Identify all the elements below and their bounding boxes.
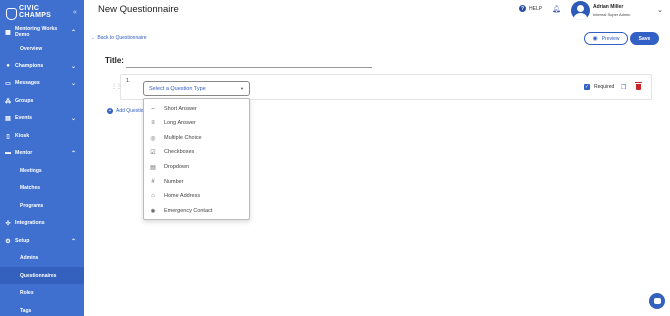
sidebar: CIVIC CHAMPS « ▦ Mentoring Works Demo ⌃ …	[0, 0, 84, 316]
chevron-down-icon: ⌄	[70, 63, 76, 70]
question-number: 1.	[126, 78, 131, 84]
option-multiple-choice[interactable]: ◎ Multiple Choice	[144, 131, 249, 145]
plus-icon: +	[107, 108, 113, 114]
add-question-button[interactable]: + Add Question	[107, 108, 146, 114]
calendar-icon: ▤	[5, 115, 11, 122]
sidebar-item-admins[interactable]: Admins	[0, 253, 84, 263]
sidebar-item-roles[interactable]: Roles	[0, 288, 84, 298]
long-answer-icon: ≡	[151, 120, 155, 126]
save-button[interactable]: Save	[630, 32, 659, 45]
sidebar-item-kiosk[interactable]: ▯ Kiosk	[0, 131, 84, 141]
question-type-menu: ⎯ Short Answer ≡ Long Answer ◎ Multiple …	[143, 98, 250, 220]
civic-champs-logo[interactable]: CIVIC CHAMPS	[5, 5, 52, 20]
sidebar-item-integrations[interactable]: ✣ Integrations	[0, 218, 84, 228]
option-emergency-contact[interactable]: ✺ Emergency Contact	[144, 204, 249, 218]
sidebar-item-mentor[interactable]: ▬ Mentor ⌃	[0, 148, 84, 158]
hash-icon: #	[151, 179, 155, 185]
sidebar-item-org[interactable]: ▦ Mentoring Works Demo ⌃	[0, 24, 84, 40]
title-label: Title:	[105, 56, 124, 65]
user-role: Internal Super Admin	[593, 12, 631, 17]
option-dropdown[interactable]: ▤ Dropdown	[144, 160, 249, 174]
option-short-answer[interactable]: ⎯ Short Answer	[144, 102, 249, 116]
chevron-up-icon: ⌃	[70, 29, 76, 36]
option-number[interactable]: # Number	[144, 175, 249, 189]
chevron-down-icon: ⌄	[70, 80, 76, 87]
chat-support-button[interactable]	[649, 293, 665, 309]
trash-icon[interactable]	[635, 82, 642, 90]
required-checkbox[interactable]: ✓ Required	[584, 84, 614, 90]
help-button[interactable]: ? HELP	[519, 5, 542, 12]
checkbox-icon: ☑	[150, 149, 156, 156]
shield-logo-icon	[5, 6, 17, 20]
brand-line2: CHAMPS	[19, 11, 52, 19]
collapse-sidebar-icon[interactable]: «	[73, 9, 77, 16]
dropdown-icon: ▤	[150, 164, 156, 171]
title-input[interactable]	[126, 67, 372, 68]
option-long-answer[interactable]: ≡ Long Answer	[144, 116, 249, 130]
radio-check-icon: ◎	[150, 135, 156, 142]
sidebar-item-messages[interactable]: ▭ Messages ⌄	[0, 78, 84, 88]
sidebar-item-questionnaires[interactable]: Questionnaires	[0, 267, 84, 284]
copy-icon[interactable]: ❐	[621, 84, 626, 91]
short-answer-icon: ⎯	[151, 105, 155, 112]
page-title: New Questionnaire	[98, 4, 179, 15]
drag-handle-icon[interactable]: ⋮⋮	[111, 83, 122, 90]
chevron-up-icon: ⌃	[70, 150, 76, 157]
option-checkboxes[interactable]: ☑ Checkboxes	[144, 145, 249, 159]
sidebar-item-events[interactable]: ▤ Events ⌄	[0, 113, 84, 123]
person-icon: ●	[6, 63, 10, 69]
puzzle-icon: ✣	[5, 220, 11, 227]
preview-button[interactable]: ◉ Preview	[584, 32, 628, 45]
top-header: New Questionnaire ? HELP 🔔︎ Adrian Mille…	[84, 0, 670, 22]
mentor-icon: ▬	[5, 150, 11, 156]
chevron-down-icon[interactable]: ⌄	[657, 6, 663, 14]
sidebar-item-matches[interactable]: Matches	[0, 183, 84, 193]
groups-icon: ⁂	[5, 98, 11, 105]
user-name: Adrian Miller	[593, 4, 624, 10]
question-type-select[interactable]: Select a Question Type ▼	[143, 81, 250, 96]
gear-icon: ⚙	[5, 238, 11, 245]
sidebar-item-meetings[interactable]: Meetings	[0, 166, 84, 176]
chevron-down-icon: ⌄	[70, 115, 76, 122]
back-to-questionnaire-link[interactable]: ← Back to Questionnaire	[91, 35, 147, 41]
emergency-icon: ✺	[150, 208, 156, 215]
sidebar-item-tags[interactable]: Tags	[0, 306, 84, 316]
caret-down-icon: ▼	[240, 86, 244, 91]
sidebar-item-overview[interactable]: Overview	[0, 44, 84, 54]
checkbox-checked-icon: ✓	[584, 84, 590, 90]
sidebar-item-label: Demo	[15, 32, 30, 38]
sidebar-item-programs[interactable]: Programs	[0, 201, 84, 211]
chat-icon: ▭	[5, 80, 11, 87]
sidebar-item-groups[interactable]: ⁂ Groups	[0, 96, 84, 106]
option-home-address[interactable]: ⌂ Home Address	[144, 189, 249, 203]
avatar[interactable]	[571, 1, 590, 20]
chevron-up-icon: ⌃	[70, 238, 76, 245]
kiosk-icon: ▯	[6, 133, 10, 140]
building-icon: ▦	[5, 29, 11, 36]
sidebar-item-champions[interactable]: ● Champions ⌄	[0, 61, 84, 71]
sidebar-item-setup[interactable]: ⚙ Setup ⌃	[0, 236, 84, 246]
home-icon: ⌂	[151, 193, 155, 199]
bell-icon[interactable]: 🔔︎	[552, 5, 561, 13]
eye-icon: ◉	[592, 36, 598, 42]
help-icon: ?	[519, 5, 526, 12]
